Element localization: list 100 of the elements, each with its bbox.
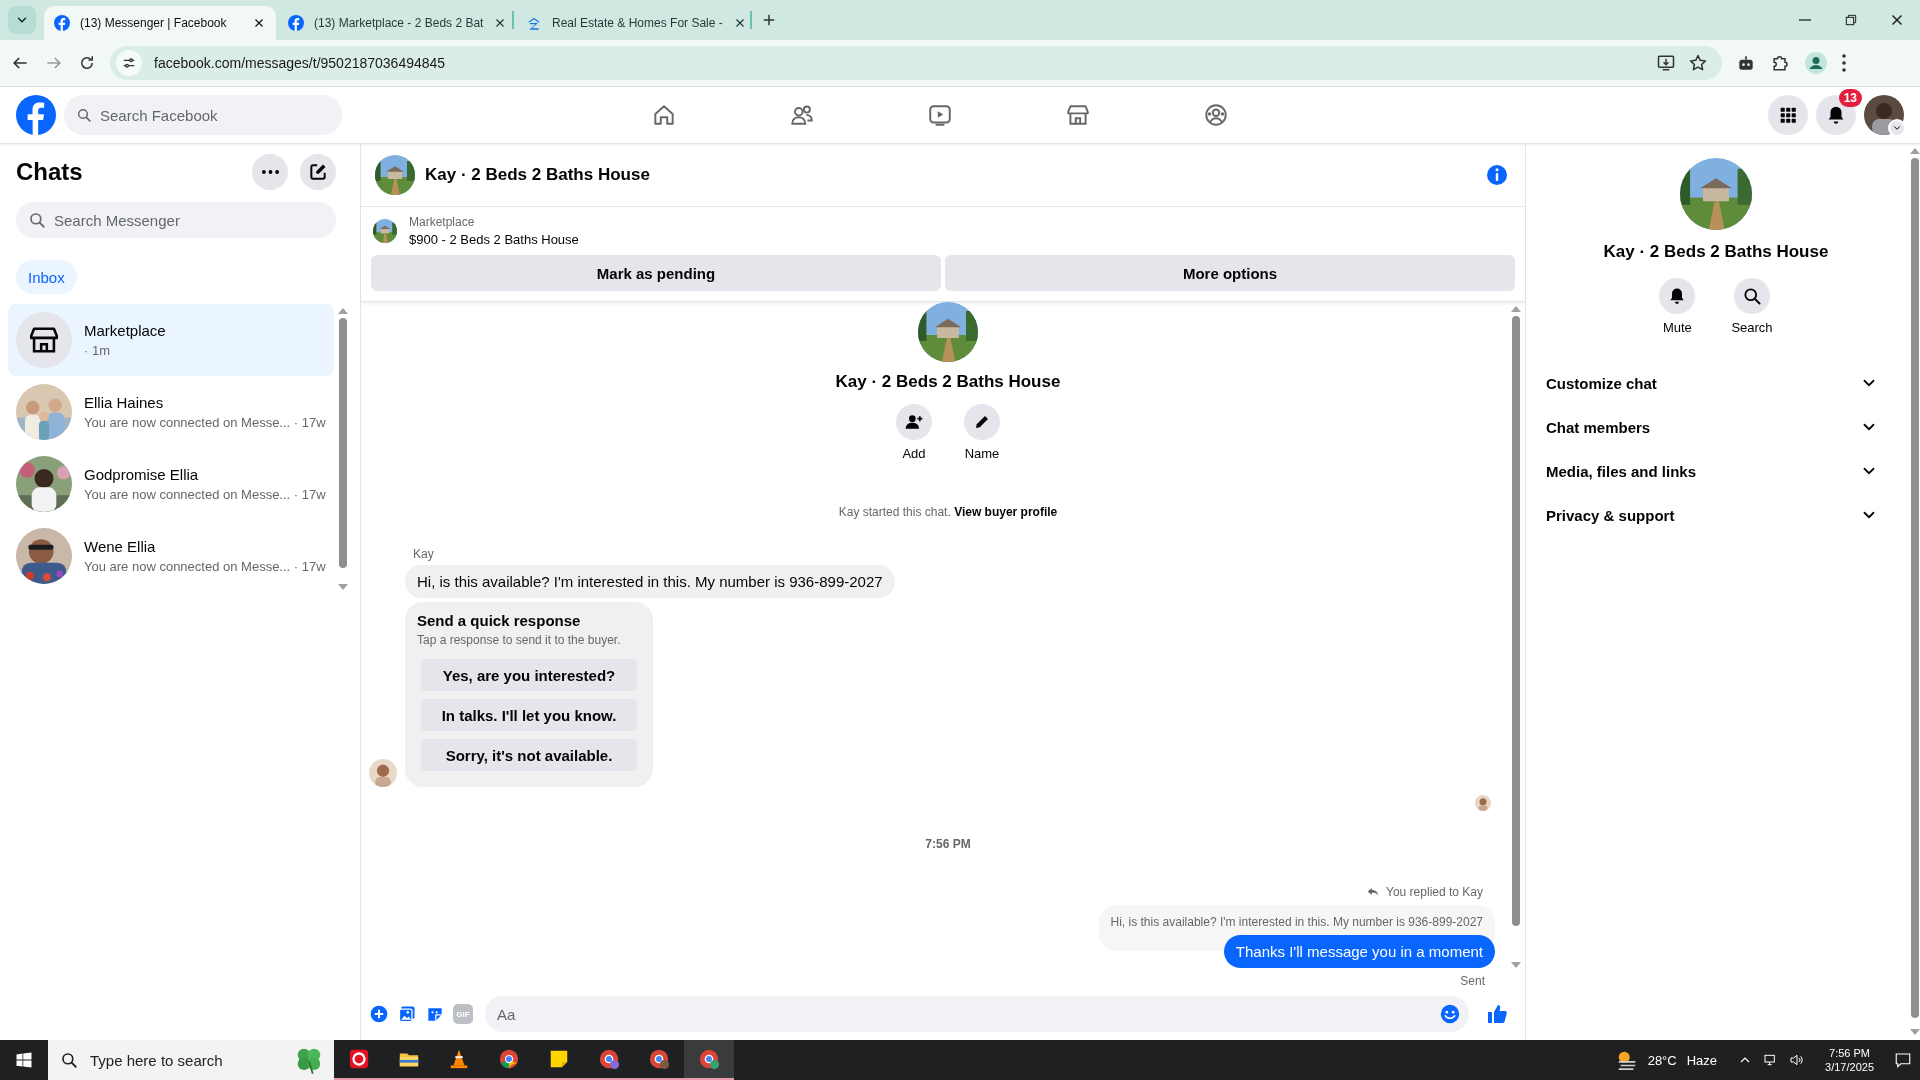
message-preview: You are now connected on Messe...	[84, 559, 291, 574]
robot-icon	[1736, 53, 1756, 73]
message-time: · 17w	[293, 415, 326, 430]
more-button[interactable]	[252, 154, 288, 190]
quick-response-hint: Tap a response to send it to the buyer.	[417, 633, 622, 647]
puzzle-icon	[1770, 53, 1790, 73]
message-time: · 17w	[293, 487, 326, 502]
message-bubble: Thanks I'll message you in a moment	[1223, 935, 1495, 968]
taskbar-search-field[interactable]: Type here to search	[48, 1040, 334, 1080]
message-time: · 17w	[293, 559, 326, 574]
chat-title: Kay · 2 Beds 2 Baths House	[425, 165, 651, 185]
section-header[interactable]: Privacy & support	[1538, 493, 1886, 537]
facebook-logo-icon	[16, 95, 56, 135]
house-icon	[526, 15, 542, 31]
chat-title: Kay · 2 Beds 2 Baths House	[835, 372, 1061, 392]
windows-icon	[15, 1051, 33, 1069]
action-button[interactable]: Mark as pending	[371, 255, 941, 291]
message-preview: You are now connected on Messe...	[84, 415, 291, 430]
contact-name: Marketplace	[84, 322, 166, 339]
app-icon	[348, 1048, 370, 1070]
more-icon	[261, 170, 279, 174]
contact-name: Ellia Haines	[84, 394, 165, 411]
chrome-profile-icon	[698, 1048, 720, 1070]
message-time: · 1m	[84, 343, 110, 358]
listing-title: $900 - 2 Beds 2 Baths House	[409, 232, 579, 247]
image-icon	[397, 1004, 417, 1024]
like-button[interactable]	[1485, 1002, 1509, 1026]
buyer-profile-link[interactable]: View buyer profile	[954, 505, 1058, 519]
profile-icon	[1804, 51, 1828, 75]
pencil-icon	[973, 413, 991, 431]
chat-start-note: Kay started this chat. View buyer profile	[838, 505, 1058, 519]
browser-tab[interactable]: Real Estate & Homes For Sale -	[516, 6, 748, 40]
cone-icon	[448, 1048, 470, 1070]
browser-tab[interactable]: (13) Marketplace - 2 Beds 2 Bat	[278, 6, 510, 40]
search-field[interactable]: Search Messenger	[16, 202, 336, 238]
photo-button[interactable]	[397, 1004, 417, 1024]
add-person-icon	[904, 412, 924, 432]
sender-name: Kay	[413, 547, 435, 561]
plus-icon	[369, 1004, 389, 1024]
message-status: Sent	[1460, 974, 1485, 988]
conversation-item[interactable]: Marketplace · 1m	[8, 304, 334, 376]
minimize-icon	[1799, 19, 1811, 21]
conversation-item[interactable]: Godpromise Ellia You are now connected on Messe... · 17w	[8, 448, 334, 520]
store-icon	[1065, 102, 1091, 128]
chrome-profile-icon	[598, 1048, 620, 1070]
action-button[interactable]: More options	[945, 255, 1515, 291]
listing-label: Marketplace	[409, 215, 476, 229]
menu-icon	[1842, 54, 1846, 72]
filter-chip[interactable]: Inbox	[16, 260, 77, 294]
weather-text: Haze	[1686, 1052, 1718, 1068]
temperature: 28°C	[1647, 1052, 1677, 1068]
section-header[interactable]: Customize chat	[1538, 361, 1886, 405]
restore-icon	[1843, 12, 1859, 28]
quick-response-title: Send a quick response	[417, 612, 582, 629]
reload-icon	[78, 54, 96, 72]
chats-title: Chats	[16, 158, 84, 186]
thumbs-up-icon	[1485, 1002, 1509, 1026]
emoji-icon	[1439, 1003, 1461, 1025]
compose-icon	[308, 162, 328, 182]
timestamp: 7:56 PM	[925, 837, 971, 851]
install-icon	[1656, 53, 1676, 73]
menu-button[interactable]	[1768, 95, 1808, 135]
home-icon	[651, 102, 677, 128]
reply-label: You replied to Kay	[1386, 885, 1483, 899]
clock-time: 7:56 PM	[1829, 1046, 1870, 1060]
caret-icon	[1892, 123, 1902, 133]
quick-response-button[interactable]: Yes, are you interested?	[421, 659, 637, 691]
new-message-button[interactable]	[300, 154, 336, 190]
url-text: facebook.com/messages/t/9502187036494845	[154, 55, 447, 71]
notifications-button[interactable]	[1816, 95, 1856, 135]
info-icon	[1485, 163, 1509, 187]
notification-icon	[1894, 1051, 1912, 1069]
groups-icon	[1203, 102, 1229, 128]
browser-tab[interactable]: (13) Messenger | Facebook	[44, 6, 276, 40]
contact-name: Wene Ellia	[84, 538, 157, 555]
bookmark-star-icon	[1688, 53, 1708, 73]
search-field[interactable]: Search Facebook	[64, 95, 342, 135]
info-button[interactable]	[1485, 163, 1509, 187]
chrome-profile-icon	[648, 1048, 670, 1070]
message-bubble: Hi, is this available? I'm interested in this. My number is 936-899-2027	[405, 565, 895, 598]
message-preview: You are now connected on Messe...	[84, 487, 291, 502]
quick-response-button[interactable]: Sorry, it's not available.	[421, 739, 637, 771]
speaker-icon	[1789, 1052, 1806, 1068]
quick-response-button[interactable]: In talks. I'll let you know.	[421, 699, 637, 731]
address-bar[interactable]: facebook.com/messages/t/9502187036494845	[110, 46, 1722, 80]
facebook-icon	[54, 15, 70, 31]
notification-badge: 13	[1838, 89, 1862, 107]
note-icon	[548, 1048, 570, 1070]
conversation-item[interactable]: Wene Ellia You are now connected on Messe... · 17w	[8, 520, 334, 592]
section-header[interactable]: Media, files and links	[1538, 449, 1886, 493]
search-icon	[76, 107, 92, 123]
clock-date: 3/17/2025	[1825, 1060, 1874, 1074]
contact-name: Godpromise Ellia	[84, 466, 200, 483]
message-field[interactable]: Aa	[485, 996, 1469, 1032]
search-icon	[1742, 286, 1762, 306]
conversation-item[interactable]: Ellia Haines You are now connected on Messe... · 17w	[8, 376, 334, 448]
more-actions-button[interactable]	[369, 1004, 389, 1024]
facebook-icon	[288, 15, 304, 31]
search-icon	[60, 1051, 78, 1069]
section-header[interactable]: Chat members	[1538, 405, 1886, 449]
